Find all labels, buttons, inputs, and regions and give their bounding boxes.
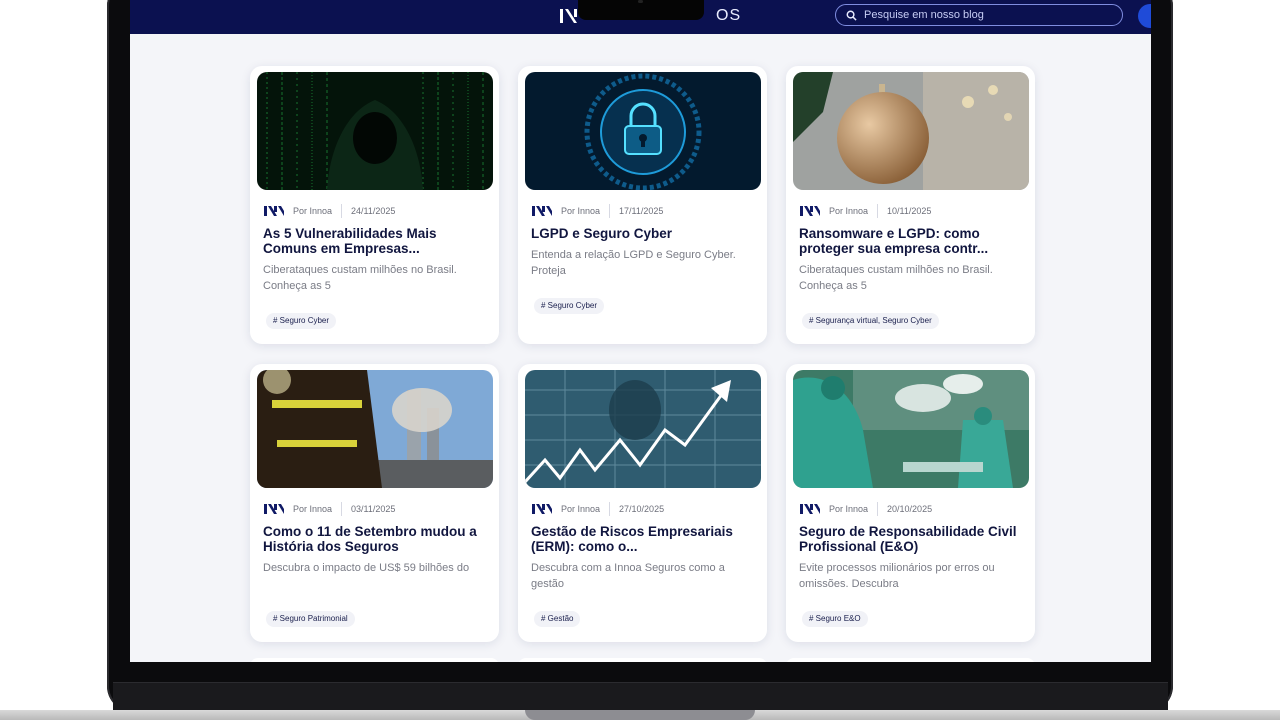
post-author: Por Innoa	[561, 504, 601, 514]
avatar[interactable]	[1138, 4, 1151, 28]
post-meta: Por Innoa 03/11/2025	[264, 501, 395, 517]
innoa-logo-icon	[264, 206, 284, 216]
search-input[interactable]	[864, 9, 1104, 21]
blog-card[interactable]: Por Innoa 20/10/2025 Seguro de Responsab…	[786, 364, 1035, 642]
post-title[interactable]: Como o 11 de Setembro mudou a História d…	[263, 524, 489, 554]
post-excerpt: Ciberataques custam milhões no Brasil. C…	[263, 264, 457, 292]
post-author: Por Innoa	[829, 206, 869, 216]
growth-graph-image[interactable]	[525, 370, 761, 488]
browser-screen: OS Pesquise em nosso blog Por Innoa 24/1…	[130, 0, 1151, 662]
meta-divider	[341, 502, 343, 516]
meta-divider	[341, 204, 343, 218]
camera-notch	[578, 0, 704, 20]
post-tag[interactable]: # Segurança virtual, Seguro Cyber	[802, 313, 939, 329]
post-tag[interactable]: # Seguro Patrimonial	[266, 611, 355, 627]
search-box[interactable]	[835, 4, 1123, 26]
padlock-image[interactable]	[525, 72, 761, 190]
search-icon	[846, 10, 857, 21]
post-title[interactable]: Ransomware e LGPD: como proteger sua emp…	[799, 226, 1025, 256]
laptop-bezel	[113, 682, 1168, 711]
post-tag[interactable]: # Gestão	[534, 611, 581, 627]
post-author: Por Innoa	[561, 206, 601, 216]
post-excerpt: Entenda a relação LGPD e Seguro Cyber. P…	[531, 249, 736, 277]
top-navigation-bar: OS	[130, 0, 1151, 34]
post-tag[interactable]: # Seguro E&O	[802, 611, 868, 627]
post-date: 20/10/2025	[887, 504, 933, 514]
post-excerpt: Descubra o impacto de US$ 59 bilhões do	[263, 562, 470, 574]
post-date: 24/11/2025	[351, 206, 396, 216]
post-meta: Por Innoa 27/10/2025	[532, 501, 664, 517]
ornament-image[interactable]	[793, 72, 1029, 190]
innoa-logo-icon	[800, 206, 820, 216]
innoa-logo-icon	[800, 504, 820, 514]
post-title[interactable]: Gestão de Riscos Empresariais (ERM): com…	[531, 524, 757, 554]
post-meta: Por Innoa 24/11/2025	[264, 203, 395, 219]
meta-divider	[877, 502, 879, 516]
post-tag[interactable]: # Seguro Cyber	[266, 313, 337, 329]
post-excerpt: Descubra com a Innoa Seguros como a gest…	[531, 562, 725, 590]
post-meta: Por Innoa 17/11/2025	[532, 203, 663, 219]
growth-graph-illustration	[525, 370, 761, 488]
blog-post-grid: Por Innoa 24/11/2025 As 5 Vulnerabilidad…	[250, 66, 1035, 642]
blog-card[interactable]: Por Innoa 03/11/2025 Como o 11 de Setemb…	[250, 364, 499, 642]
next-card-peek	[250, 658, 499, 662]
post-title[interactable]: As 5 Vulnerabilidades Mais Comuns em Emp…	[263, 226, 489, 256]
next-card-peek	[786, 658, 1035, 662]
blog-card[interactable]: Por Innoa 10/11/2025 Ransomware e LGPD: …	[786, 66, 1035, 344]
post-author: Por Innoa	[829, 504, 869, 514]
ornament-illustration	[793, 72, 1029, 190]
hacker-hood-illustration	[257, 72, 493, 190]
meta-divider	[877, 204, 879, 218]
surgery-illustration	[793, 370, 1029, 488]
post-meta: Por Innoa 20/10/2025	[800, 501, 932, 517]
blog-card[interactable]: Por Innoa 17/11/2025 LGPD e Seguro Cyber…	[518, 66, 767, 344]
blog-card[interactable]: Por Innoa 27/10/2025 Gestão de Riscos Em…	[518, 364, 767, 642]
laptop-base-notch	[525, 710, 755, 720]
post-author: Por Innoa	[293, 504, 333, 514]
camera-icon	[638, 0, 643, 3]
post-title[interactable]: Seguro de Responsabilidade Civil Profiss…	[799, 524, 1025, 554]
post-title[interactable]: LGPD e Seguro Cyber	[531, 226, 757, 241]
firefighter-image[interactable]	[257, 370, 493, 488]
blog-card[interactable]: Por Innoa 24/11/2025 As 5 Vulnerabilidad…	[250, 66, 499, 344]
post-author: Por Innoa	[293, 206, 333, 216]
innoa-logo-icon	[532, 504, 552, 514]
next-card-peek	[518, 658, 767, 662]
meta-divider	[609, 502, 611, 516]
post-excerpt: Ciberataques custam milhões no Brasil. C…	[799, 264, 993, 292]
post-date: 17/11/2025	[619, 206, 664, 216]
post-date: 10/11/2025	[887, 206, 932, 216]
innoa-logo-icon	[264, 504, 284, 514]
post-date: 27/10/2025	[619, 504, 665, 514]
post-meta: Por Innoa 10/11/2025	[800, 203, 931, 219]
post-tag[interactable]: # Seguro Cyber	[534, 298, 605, 314]
hacker-hood-image[interactable]	[257, 72, 493, 190]
surgery-image[interactable]	[793, 370, 1029, 488]
post-excerpt: Evite processos milionários por erros ou…	[799, 562, 995, 590]
padlock-illustration	[525, 72, 761, 190]
firefighter-illustration	[257, 370, 493, 488]
post-date: 03/11/2025	[351, 504, 396, 514]
innoa-logo-icon	[532, 206, 552, 216]
meta-divider	[609, 204, 611, 218]
